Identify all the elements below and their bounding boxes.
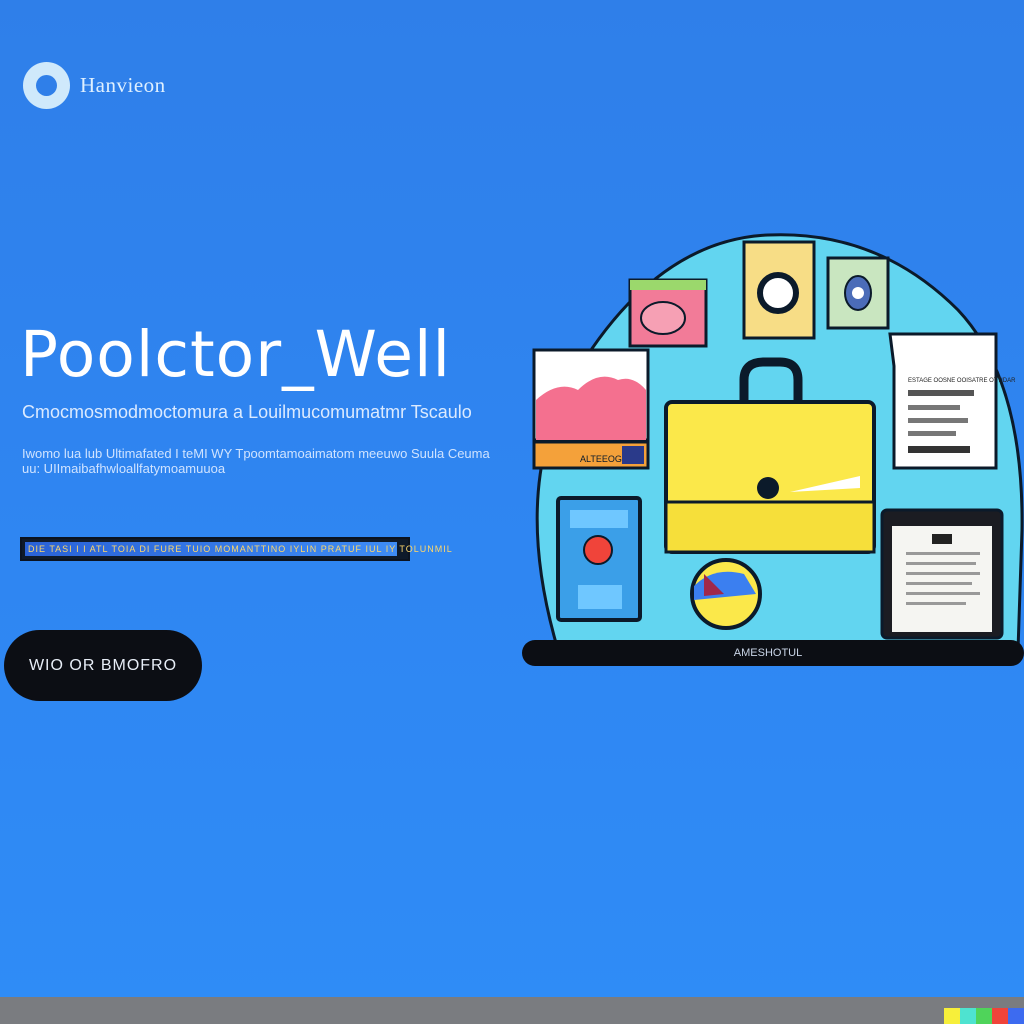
progress-text: DIE TASI I I ATL TOIA DI FURE TUIO MOMAN…: [28, 544, 453, 554]
laptop-label: AMESHOTUL: [734, 647, 802, 659]
chart-card-label: ALTEEOG: [580, 454, 622, 464]
hero-title: Poolctor_Well: [20, 318, 451, 391]
tablet-icon: [880, 508, 1004, 640]
document-card-icon: [888, 332, 998, 470]
swatch-2: [976, 1008, 992, 1024]
hero-illustration: AMESHOTUL ALTEEOG ESTAGE OOSNE OOISATRE …: [522, 233, 1024, 666]
footer-bar: [0, 997, 1024, 1024]
color-swatches: [944, 1008, 1024, 1024]
cta-button[interactable]: WIO OR BMOFRO: [4, 630, 202, 701]
pink-card-icon: [628, 278, 708, 348]
chart-card-icon: [532, 348, 650, 470]
brand-name: Hanvieon: [80, 73, 166, 97]
hero-body-text: Iwomo lua lub Ultimafated I teMI WY Tpoo…: [22, 446, 490, 476]
logo-icon: [23, 62, 70, 109]
globe-icon: [690, 558, 762, 630]
progress-bar: DIE TASI I I ATL TOIA DI FURE TUIO MOMAN…: [20, 537, 452, 561]
phone-icon: [556, 496, 642, 622]
swatch-4: [1008, 1008, 1024, 1024]
document-card-text: ESTAGE OOSNE OOISATRE OTTIDAR: [908, 378, 1016, 384]
swatch-1: [960, 1008, 976, 1024]
hero-subtitle: Cmocmosmodmoctomura a Louilmucomumatmr T…: [22, 402, 472, 422]
yellow-photo-card-icon: [742, 240, 816, 340]
swatch-0: [944, 1008, 960, 1024]
brand-logo[interactable]: Hanvieon: [23, 62, 166, 109]
swatch-3: [992, 1008, 1008, 1024]
small-photo-card-icon: [826, 256, 890, 330]
laptop-base-icon: AMESHOTUL: [522, 640, 1024, 666]
